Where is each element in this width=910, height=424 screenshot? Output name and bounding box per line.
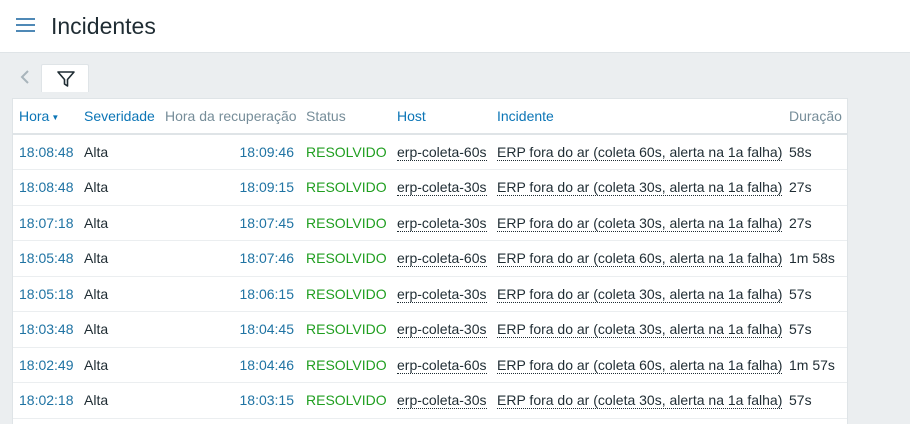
problem-link[interactable]: ERP fora do ar (coleta 30s, alerta na 1a…: [497, 285, 783, 303]
status-cell: RESOLVIDO: [300, 134, 391, 170]
chevron-left-icon[interactable]: [19, 69, 31, 85]
problem-cell: ERP fora do ar (coleta 30s, alerta na 1a…: [491, 169, 783, 206]
table-row: 18:03:48 Alta 18:04:45 RESOLVIDO erp-col…: [13, 311, 847, 348]
recovery-time-link[interactable]: 18:03:15: [159, 382, 300, 419]
host-cell: erp-coleta-30s: [391, 311, 491, 348]
column-header-host[interactable]: Host: [391, 99, 491, 135]
filter-funnel-icon: [57, 71, 75, 87]
duration-cell: 57s: [783, 382, 847, 419]
hamburger-menu-icon[interactable]: [16, 18, 35, 32]
host-link[interactable]: erp-coleta-60s: [397, 144, 487, 161]
problem-cell: ERP fora do ar (coleta 60s, alerta na 1a…: [491, 347, 783, 383]
problem-cell: ERP fora do ar (coleta 30s, alerta na 1a…: [491, 382, 783, 419]
column-header-problem[interactable]: Incidente: [491, 99, 783, 135]
event-time-link[interactable]: 18:08:48: [13, 134, 78, 170]
host-link[interactable]: erp-coleta-30s: [397, 285, 487, 303]
table-row: 18:02:49 Alta 18:04:46 RESOLVIDO erp-col…: [13, 347, 847, 383]
recovery-time-link[interactable]: 18:06:15: [159, 276, 300, 312]
status-cell: RESOLVIDO: [300, 205, 391, 241]
duration-cell: 1m 58s: [783, 240, 847, 277]
problem-cell: ERP fora do ar (coleta 60s, alerta na 1a…: [491, 240, 783, 277]
problem-cell: ERP fora do ar (coleta 30s, alerta na 1a…: [491, 276, 783, 312]
status-cell: RESOLVIDO: [300, 382, 391, 419]
problem-link[interactable]: ERP fora do ar (coleta 60s, alerta na 1a…: [497, 250, 783, 268]
column-header-recovery: Hora da recuperação: [159, 99, 300, 135]
status-cell: RESOLVIDO: [300, 347, 391, 383]
table-row: 18:08:48 Alta 18:09:15 RESOLVIDO erp-col…: [13, 169, 847, 206]
table-row: 18:05:18 Alta 18:06:15 RESOLVIDO erp-col…: [13, 276, 847, 312]
sort-down-icon: ▼: [51, 112, 60, 122]
column-header-time[interactable]: Hora ▼: [13, 99, 78, 135]
recovery-time-link[interactable]: 18:07:45: [159, 205, 300, 241]
host-cell: erp-coleta-60s: [391, 347, 491, 383]
problem-link[interactable]: ERP fora do ar (coleta 30s, alerta na 1a…: [497, 179, 783, 197]
filter-toolbar: [0, 53, 910, 98]
table-header-row: Hora ▼ Severidade Hora da recuperação Sta…: [13, 99, 847, 135]
recovery-time-link[interactable]: 18:07:46: [159, 240, 300, 277]
host-cell: erp-coleta-30s: [391, 205, 491, 241]
severity-cell: Alta: [78, 134, 159, 170]
event-time-link[interactable]: 18:02:49: [13, 347, 78, 383]
table-row: 18:02:18 Alta 18:03:15 RESOLVIDO erp-col…: [13, 382, 847, 419]
host-cell: erp-coleta-30s: [391, 382, 491, 419]
status-cell: RESOLVIDO: [300, 276, 391, 312]
table-row: 18:05:48 Alta 18:07:46 RESOLVIDO erp-col…: [13, 240, 847, 277]
problem-link[interactable]: ERP fora do ar (coleta 30s, alerta na 1a…: [497, 321, 783, 339]
duration-cell: 58s: [783, 134, 847, 170]
status-cell: RESOLVIDO: [300, 311, 391, 348]
recovery-time-link[interactable]: 18:04:46: [159, 347, 300, 383]
problem-link[interactable]: ERP fora do ar (coleta 30s, alerta na 1a…: [497, 392, 783, 410]
host-cell: erp-coleta-60s: [391, 240, 491, 277]
problem-cell: ERP fora do ar (coleta 60s, alerta na 1a…: [491, 134, 783, 170]
event-time-link[interactable]: 18:03:48: [13, 311, 78, 348]
page-header: Incidentes: [0, 0, 910, 53]
duration-cell: 57s: [783, 311, 847, 348]
severity-cell: Alta: [78, 240, 159, 277]
host-cell: erp-coleta-30s: [391, 276, 491, 312]
status-cell: RESOLVIDO: [300, 240, 391, 277]
severity-cell: Alta: [78, 276, 159, 312]
filter-tab[interactable]: [41, 64, 89, 92]
severity-cell: Alta: [78, 382, 159, 419]
column-header-status: Status: [300, 99, 391, 135]
status-cell: RESOLVIDO: [300, 169, 391, 206]
incidents-table-container: Hora ▼ Severidade Hora da recuperação Sta…: [12, 98, 848, 424]
severity-cell: Alta: [78, 205, 159, 241]
host-link[interactable]: erp-coleta-30s: [397, 214, 487, 232]
host-link[interactable]: erp-coleta-30s: [397, 179, 487, 197]
recovery-time-link[interactable]: 18:09:15: [159, 169, 300, 206]
problem-link[interactable]: ERP fora do ar (coleta 30s, alerta na 1a…: [497, 214, 783, 232]
duration-cell: 57s: [783, 276, 847, 312]
severity-cell: Alta: [78, 347, 159, 383]
host-link[interactable]: erp-coleta-60s: [397, 356, 487, 374]
page-title: Incidentes: [51, 13, 156, 39]
column-header-duration: Duração: [783, 99, 847, 135]
recovery-time-link[interactable]: 18:04:45: [159, 311, 300, 348]
duration-cell: 27s: [783, 205, 847, 241]
problem-link[interactable]: ERP fora do ar (coleta 60s, alerta na 1a…: [497, 356, 783, 374]
host-link[interactable]: erp-coleta-60s: [397, 250, 487, 268]
incidents-table: Hora ▼ Severidade Hora da recuperação Sta…: [13, 99, 847, 419]
duration-cell: 27s: [783, 169, 847, 206]
problem-cell: ERP fora do ar (coleta 30s, alerta na 1a…: [491, 311, 783, 348]
column-header-severity[interactable]: Severidade: [78, 99, 159, 135]
problem-link[interactable]: ERP fora do ar (coleta 60s, alerta na 1a…: [497, 144, 783, 161]
event-time-link[interactable]: 18:05:18: [13, 276, 78, 312]
problem-cell: ERP fora do ar (coleta 30s, alerta na 1a…: [491, 205, 783, 241]
table-row: 18:07:18 Alta 18:07:45 RESOLVIDO erp-col…: [13, 205, 847, 241]
host-link[interactable]: erp-coleta-30s: [397, 392, 487, 410]
host-cell: erp-coleta-60s: [391, 134, 491, 170]
severity-cell: Alta: [78, 169, 159, 206]
host-cell: erp-coleta-30s: [391, 169, 491, 206]
duration-cell: 1m 57s: [783, 347, 847, 383]
host-link[interactable]: erp-coleta-30s: [397, 321, 487, 339]
event-time-link[interactable]: 18:05:48: [13, 240, 78, 277]
event-time-link[interactable]: 18:07:18: [13, 205, 78, 241]
table-row: 18:08:48 Alta 18:09:46 RESOLVIDO erp-col…: [13, 134, 847, 170]
event-time-link[interactable]: 18:08:48: [13, 169, 78, 206]
event-time-link[interactable]: 18:02:18: [13, 382, 78, 419]
severity-cell: Alta: [78, 311, 159, 348]
recovery-time-link[interactable]: 18:09:46: [159, 134, 300, 170]
